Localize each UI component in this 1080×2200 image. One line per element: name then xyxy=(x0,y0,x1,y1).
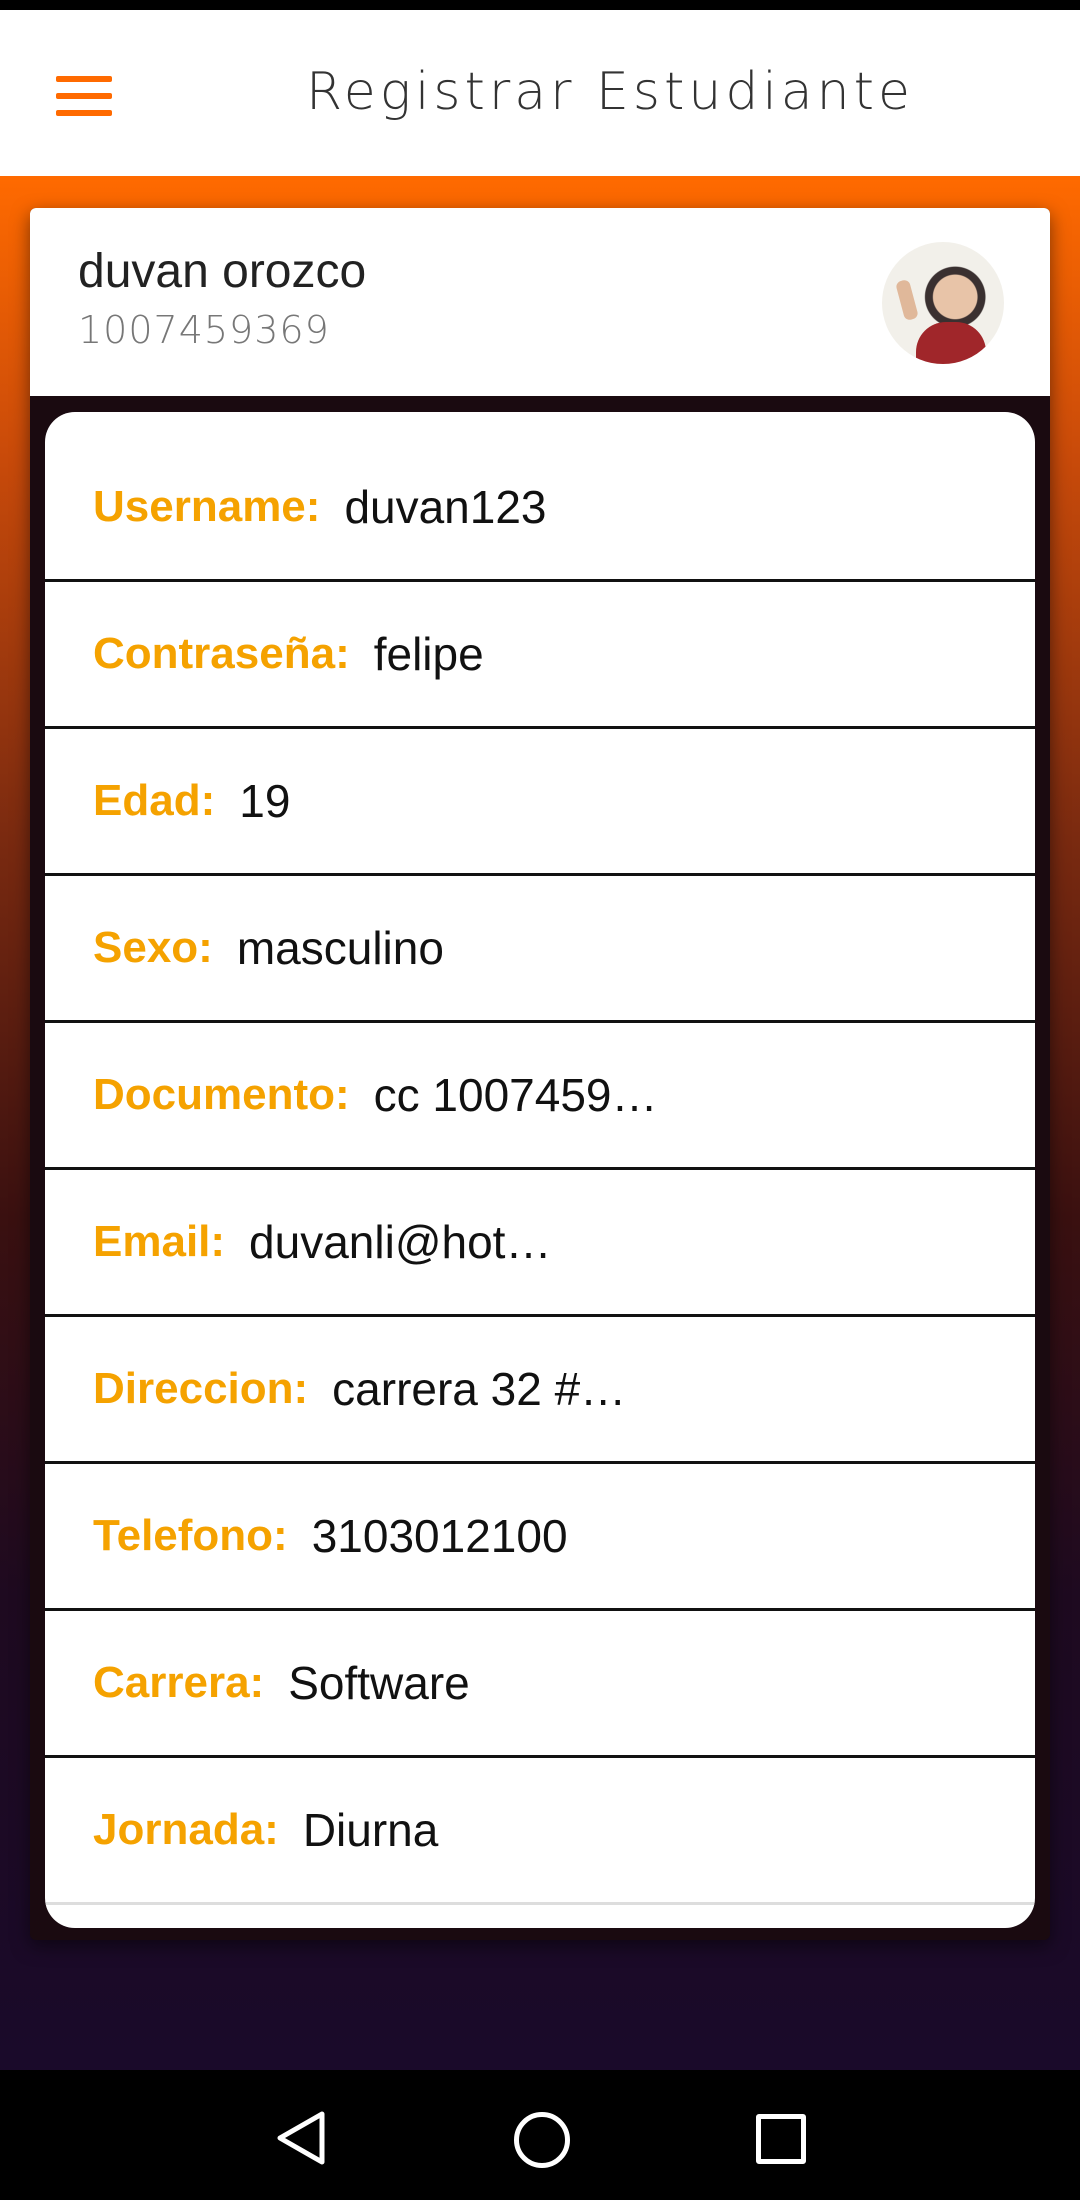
detail-row-sex: Sexo: masculino xyxy=(45,875,1035,1023)
profile-name: duvan orozco xyxy=(78,245,367,298)
detail-value: 19 xyxy=(239,774,291,827)
detail-row-age: Edad: 19 xyxy=(45,728,1035,876)
detail-row-address: Direccion: carrera 32 #… xyxy=(45,1316,1035,1464)
detail-row-username: Username: duvan123 xyxy=(45,434,1035,582)
detail-label: Sexo: xyxy=(93,922,213,972)
detail-row-schedule: Jornada: Diurna xyxy=(45,1757,1035,1905)
detail-row-password: Contraseña: felipe xyxy=(45,581,1035,729)
profile-header: duvan orozco 1007459369 xyxy=(30,208,1050,396)
detail-value: duvanli@hot… xyxy=(249,1215,552,1268)
detail-label: Direccion: xyxy=(93,1363,309,1413)
home-circle-icon[interactable] xyxy=(514,2112,570,2168)
system-nav-bar xyxy=(0,2070,1080,2200)
hamburger-menu-icon[interactable] xyxy=(56,76,112,116)
detail-label: Jornada: xyxy=(93,1804,279,1854)
detail-value: masculino xyxy=(236,921,444,974)
profile-id-number: 1007459369 xyxy=(78,308,330,352)
detail-row-email: Email: duvanli@hot… xyxy=(45,1169,1035,1317)
detail-row-phone: Telefono: 3103012100 xyxy=(45,1463,1035,1611)
detail-value: felipe xyxy=(373,627,484,680)
detail-value: duvan123 xyxy=(344,480,547,533)
app-bar: Registrar Estudiante xyxy=(0,10,1080,176)
detail-value: Software xyxy=(288,1656,470,1709)
detail-value: cc 1007459… xyxy=(373,1068,658,1121)
detail-value: 3103012100 xyxy=(311,1509,568,1562)
detail-label: Carrera: xyxy=(93,1657,265,1707)
page-title: Registrar Estudiante xyxy=(305,62,915,122)
student-card: duvan orozco 1007459369 Username: duvan1… xyxy=(30,208,1050,1940)
recent-apps-square-icon[interactable] xyxy=(756,2114,806,2164)
detail-row-document: Documento: cc 1007459… xyxy=(45,1022,1035,1170)
detail-value: Diurna xyxy=(302,1803,439,1856)
status-bar xyxy=(0,0,1080,10)
avatar xyxy=(882,242,1004,364)
detail-value: carrera 32 #… xyxy=(332,1362,627,1415)
detail-label: Username: xyxy=(93,481,321,531)
detail-row-career: Carrera: Software xyxy=(45,1610,1035,1758)
detail-label: Documento: xyxy=(93,1069,350,1119)
detail-list: Username: duvan123 Contraseña: felipe Ed… xyxy=(45,412,1035,1928)
back-triangle-icon[interactable] xyxy=(274,2110,330,2166)
detail-label: Telefono: xyxy=(93,1510,288,1560)
detail-label: Edad: xyxy=(93,775,216,825)
detail-label: Contraseña: xyxy=(93,628,350,678)
detail-label: Email: xyxy=(93,1216,226,1266)
